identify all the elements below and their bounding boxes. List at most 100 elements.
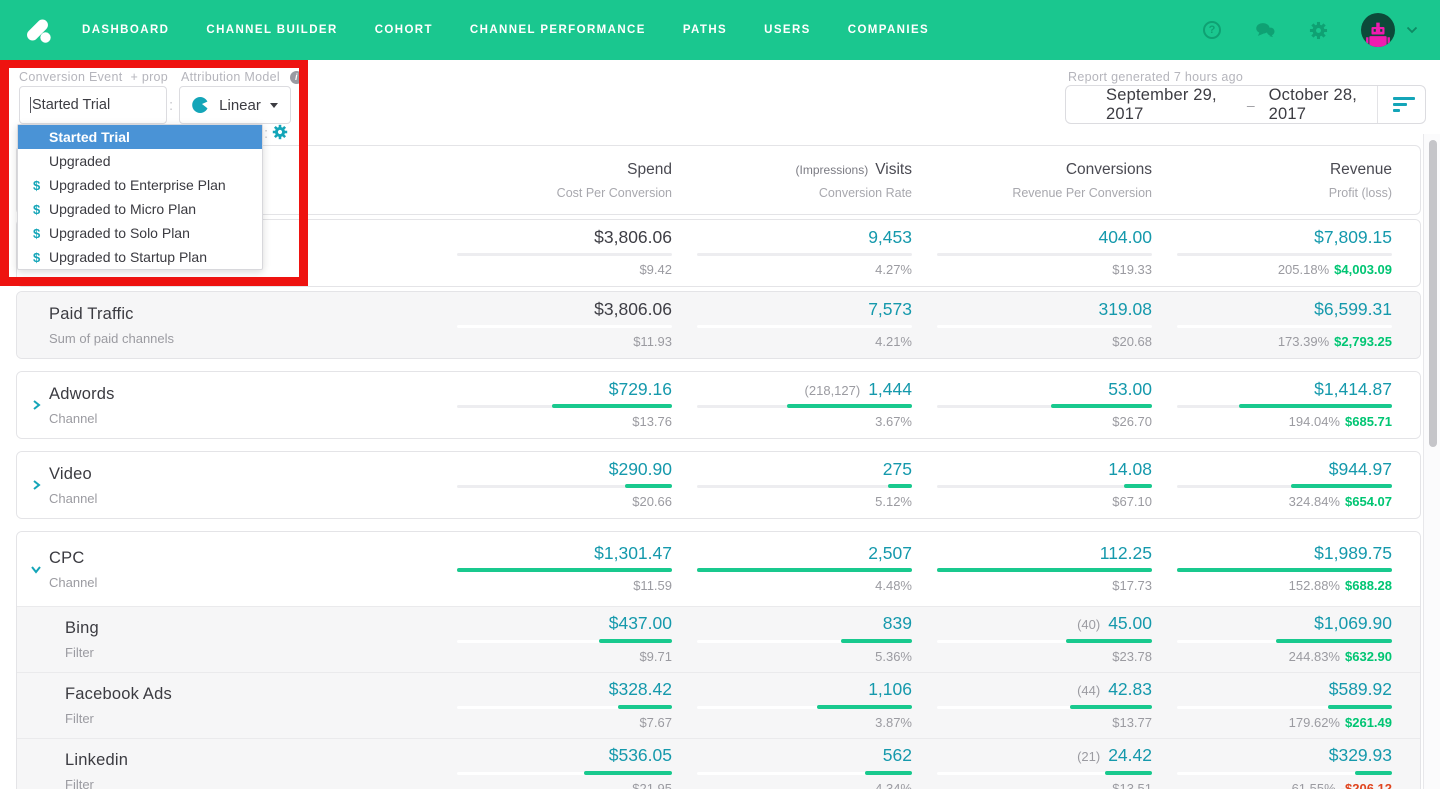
revenue-value[interactable]: $944.97 — [1329, 460, 1392, 479]
value-bar — [1177, 568, 1392, 573]
row-subtitle: Channel — [49, 410, 98, 426]
conversions-subvalue: $17.73 — [1112, 578, 1152, 594]
date-range-picker[interactable]: September 29, 2017 – October 28, 2017 — [1065, 85, 1426, 124]
row-title[interactable]: CPC — [49, 549, 432, 568]
revenue-value[interactable]: $329.93 — [1329, 747, 1392, 765]
header-revenue-title: Revenue — [1329, 160, 1392, 178]
add-prop-link[interactable]: + prop — [130, 70, 168, 84]
row-title[interactable]: Video — [49, 465, 432, 484]
visits-value[interactable]: 275 — [883, 460, 912, 479]
conversion-event-value: Started Trial — [32, 97, 111, 113]
value-baseline — [937, 568, 1152, 573]
nav-item-dashboard[interactable]: DASHBOARD — [82, 24, 169, 36]
visits-cell: 7,573 4.21% — [672, 292, 912, 358]
revenue-value[interactable]: $1,989.75 — [1314, 544, 1392, 563]
conversions-value[interactable]: 404.00 — [1098, 228, 1152, 247]
conversions-value[interactable]: 319.08 — [1098, 300, 1152, 319]
visits-subvalue: 4.21% — [875, 334, 912, 350]
row-title[interactable]: Facebook Ads — [65, 685, 432, 704]
nav-item-channel-performance[interactable]: CHANNEL PERFORMANCE — [470, 24, 646, 36]
value-bar — [583, 770, 672, 775]
revenue-value[interactable]: $7,809.15 — [1314, 228, 1392, 247]
visits-value[interactable]: 2,507 — [868, 544, 912, 563]
conversions-value[interactable]: 53.00 — [1108, 380, 1152, 399]
header-visits[interactable]: (Impressions) Visits Conversion Rate — [672, 146, 912, 214]
value-baseline — [697, 253, 912, 257]
revenue-percent: 173.39% — [1277, 334, 1330, 350]
nav-item-users[interactable]: USERS — [764, 24, 811, 36]
dropdown-option-upgraded-enterprise[interactable]: $ Upgraded to Enterprise Plan — [18, 173, 262, 197]
app-logo-icon[interactable] — [22, 13, 56, 47]
spend-value[interactable]: $729.16 — [609, 380, 672, 399]
account-chevron-down-icon[interactable] — [1406, 26, 1418, 34]
collapse-chevron-icon[interactable] — [30, 563, 42, 575]
nav-item-paths[interactable]: PATHS — [683, 24, 727, 36]
chat-icon[interactable] — [1255, 20, 1275, 40]
event-settings-gear-icon[interactable] — [272, 124, 288, 140]
visits-value[interactable]: 562 — [883, 747, 912, 765]
help-icon[interactable]: ? — [1202, 20, 1222, 40]
visits-value[interactable]: 9,453 — [868, 228, 912, 247]
user-avatar[interactable] — [1361, 13, 1395, 47]
header-revenue[interactable]: Revenue Profit (loss) — [1152, 146, 1392, 214]
header-spend[interactable]: Spend Cost Per Conversion — [432, 146, 672, 214]
dropdown-option-started-trial[interactable]: Started Trial — [18, 125, 262, 149]
vertical-scrollbar-thumb[interactable] — [1429, 140, 1437, 447]
visits-value[interactable]: 1,106 — [868, 681, 912, 699]
revenue-value[interactable]: $1,414.87 — [1314, 380, 1392, 399]
row-subtitle: Channel — [49, 574, 98, 590]
row-title[interactable]: Bing — [65, 619, 432, 638]
conversions-subvalue: $26.70 — [1112, 414, 1152, 430]
dropdown-option-upgraded-micro[interactable]: $ Upgraded to Micro Plan — [18, 197, 262, 221]
row2-separator-colon: : — [264, 125, 269, 142]
conversion-event-dropdown: Started Trial Upgraded $ Upgraded to Ent… — [17, 124, 263, 270]
visits-value[interactable]: 1,444 — [868, 380, 912, 399]
spend-value[interactable]: $1,301.47 — [594, 544, 672, 563]
visits-value[interactable]: 7,573 — [868, 300, 912, 319]
visits-subvalue: 3.87% — [875, 714, 912, 730]
revenue-value[interactable]: $589.92 — [1329, 681, 1392, 699]
spend-value: $3,806.06 — [594, 298, 672, 319]
attribution-model-select[interactable]: Linear — [179, 86, 291, 124]
conversion-event-input[interactable]: Started Trial — [19, 86, 167, 124]
select-caret-icon — [269, 102, 278, 108]
value-bar — [864, 770, 912, 775]
visits-value[interactable]: 839 — [883, 615, 912, 633]
expand-chevron-icon[interactable] — [30, 399, 42, 411]
spend-value[interactable]: $437.00 — [609, 615, 672, 633]
spend-value[interactable]: $328.42 — [609, 681, 672, 699]
filter-sort-icon[interactable] — [1378, 97, 1425, 112]
nav-item-channel-builder[interactable]: CHANNEL BUILDER — [206, 24, 337, 36]
revenue-percent: 244.83% — [1288, 648, 1340, 664]
conversions-cell: 53.00 $26.70 — [912, 372, 1152, 438]
dropdown-option-upgraded-startup[interactable]: $ Upgraded to Startup Plan — [18, 245, 262, 269]
nav-item-cohort[interactable]: COHORT — [375, 24, 433, 36]
spend-subvalue: $21.95 — [632, 780, 672, 789]
vertical-scrollbar-track[interactable] — [1423, 134, 1440, 789]
revenue-value[interactable]: $1,069.90 — [1314, 615, 1392, 633]
spend-cell: $328.42 $7.67 — [432, 673, 672, 738]
conversions-value[interactable]: 112.25 — [1100, 544, 1152, 563]
revenue-value[interactable]: $6,599.31 — [1314, 300, 1392, 319]
settings-gear-icon[interactable] — [1308, 20, 1328, 40]
value-baseline — [1177, 638, 1392, 643]
dropdown-option-label: Upgraded to Startup Plan — [49, 249, 207, 265]
expand-chevron-icon[interactable] — [30, 479, 42, 491]
info-icon[interactable]: i — [289, 70, 303, 84]
conversions-value[interactable]: 14.08 — [1108, 460, 1152, 479]
dropdown-option-upgraded[interactable]: Upgraded — [18, 149, 262, 173]
revenue-cell: $329.93 61.55% -$206.12 — [1152, 739, 1392, 789]
nav-item-companies[interactable]: COMPANIES — [848, 24, 929, 36]
conversions-value[interactable]: 42.83 — [1108, 681, 1152, 699]
dropdown-option-upgraded-solo[interactable]: $ Upgraded to Solo Plan — [18, 221, 262, 245]
conversions-count: (44) — [1077, 683, 1101, 699]
row-name-cell: Paid Traffic Sum of paid channels — [17, 292, 432, 358]
row-title[interactable]: Linkedin — [65, 751, 432, 770]
conversions-value[interactable]: 45.00 — [1108, 615, 1152, 633]
conversions-cell: 14.08 $67.10 — [912, 452, 1152, 518]
row-title[interactable]: Adwords — [49, 385, 432, 404]
spend-value[interactable]: $536.05 — [609, 747, 672, 765]
header-conversions[interactable]: Conversions Revenue Per Conversion — [912, 146, 1152, 214]
conversions-value[interactable]: 24.42 — [1108, 747, 1152, 765]
spend-value[interactable]: $290.90 — [609, 460, 672, 479]
